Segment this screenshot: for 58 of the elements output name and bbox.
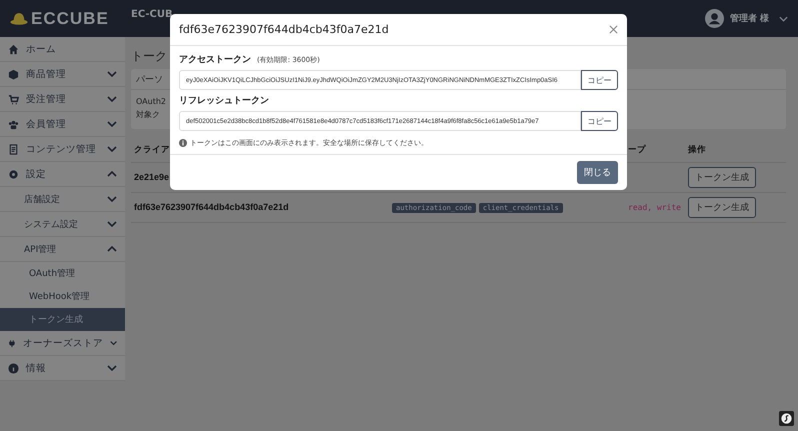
chevron-down-icon	[107, 365, 117, 371]
info-icon	[8, 362, 19, 374]
sidebar-item[interactable]: 受注管理	[0, 87, 125, 112]
user-name[interactable]: 管理者 様	[730, 12, 769, 25]
copy-button[interactable]: コピー	[581, 111, 618, 131]
field-label: アクセストークン	[179, 54, 251, 66]
column-header: ープ	[628, 144, 646, 154]
file-icon	[8, 144, 19, 154]
sidebar-item[interactable]: 情報	[0, 356, 125, 381]
sidebar-item[interactable]: 店舗設定	[0, 187, 125, 212]
page-title: トーク	[131, 48, 167, 64]
sidebar-item[interactable]: 会員管理	[0, 112, 125, 137]
shop-name: EC-CUB	[131, 9, 173, 20]
table-cell: 2e21e9e	[134, 172, 170, 182]
chevron-down-icon	[107, 121, 117, 127]
sidebar-item[interactable]: 設定	[0, 162, 125, 187]
chevron-down-icon	[107, 96, 117, 102]
cart-icon	[8, 94, 19, 104]
description-text: 対象ク	[136, 109, 160, 121]
chevron-down-icon	[110, 340, 117, 346]
copy-button[interactable]: コピー	[581, 70, 618, 90]
card-title: パーソ	[136, 74, 163, 86]
generate-token-button[interactable]: トークン生成	[688, 197, 756, 218]
close-icon[interactable]	[609, 25, 618, 34]
box-icon	[8, 68, 19, 80]
sidebar-item[interactable]: ホーム	[0, 37, 125, 62]
table-cell: fdf63e7623907f644db4cb43f0a7e21d	[134, 202, 289, 212]
chevron-up-icon	[107, 246, 117, 252]
users-icon	[8, 118, 19, 130]
sidebar-item[interactable]: コンテンツ管理	[0, 137, 125, 162]
column-header: クライア	[134, 144, 170, 154]
sidebar-item[interactable]: WebHook管理	[0, 285, 125, 308]
hat-icon	[10, 12, 28, 25]
logo[interactable]: ECCUBE	[31, 8, 109, 28]
description-text: OAuth2	[136, 96, 166, 108]
sidebar-item[interactable]: 商品管理	[0, 62, 125, 87]
sidebar-item[interactable]: オーナーズストア	[0, 331, 125, 356]
plug-icon	[8, 338, 16, 348]
generate-token-button[interactable]: トークン生成	[688, 167, 756, 188]
dialog-title: fdf63e7623907f644db4cb43f0a7e21d	[179, 23, 389, 36]
chevron-down-icon	[107, 146, 117, 152]
chevron-down-icon	[107, 221, 117, 227]
chevron-down-icon[interactable]	[779, 16, 788, 22]
sidebar-item[interactable]: OAuth管理	[0, 262, 125, 285]
chevron-down-icon	[107, 196, 117, 202]
field-label: リフレッシュトークン	[179, 95, 269, 107]
info-icon	[179, 139, 187, 147]
chevron-up-icon	[107, 171, 117, 177]
column-header: 操作	[688, 144, 706, 154]
home-icon	[8, 44, 19, 54]
sidebar-item[interactable]: システム設定	[0, 212, 125, 237]
gear-icon	[8, 168, 19, 180]
sidebar-item[interactable]: トークン生成	[0, 308, 125, 331]
close-button[interactable]: 閉じる	[577, 161, 618, 184]
table-cell: read, write	[628, 202, 681, 212]
sidebar-item[interactable]: API管理	[0, 237, 125, 262]
user-avatar-icon[interactable]	[704, 9, 724, 28]
chevron-down-icon	[107, 71, 117, 77]
